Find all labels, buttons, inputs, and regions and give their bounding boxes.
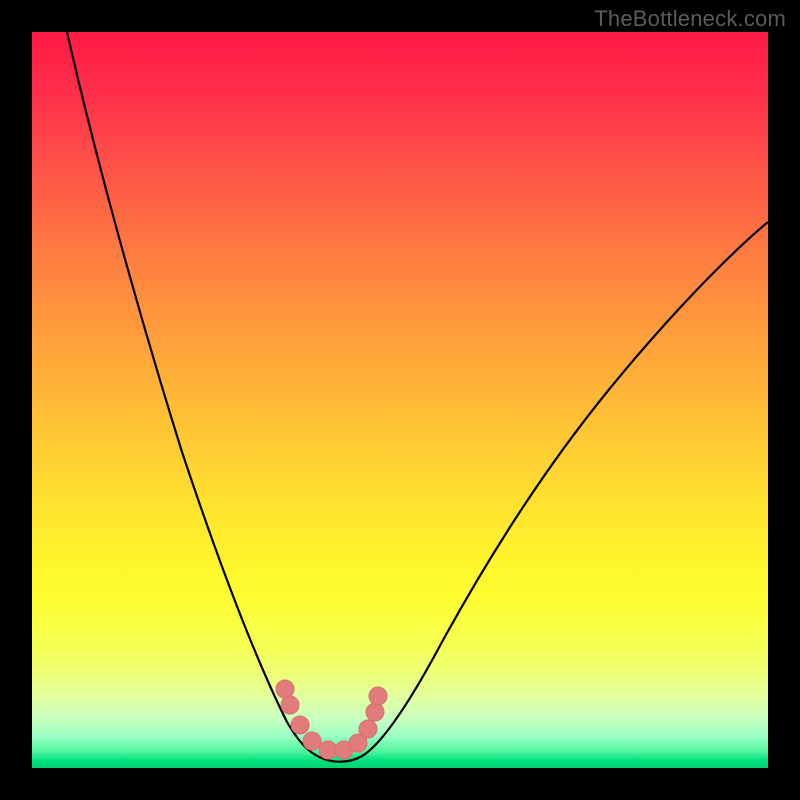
v-curve <box>67 32 768 762</box>
chart-frame: TheBottleneck.com <box>0 0 800 800</box>
marker-dot <box>366 703 384 721</box>
marker-dot <box>359 720 377 738</box>
marker-dot <box>319 741 337 759</box>
marker-dot <box>281 696 299 714</box>
marker-group <box>276 680 387 759</box>
marker-dot <box>291 716 309 734</box>
curve-svg <box>32 32 768 768</box>
marker-dot <box>276 680 294 698</box>
marker-dot <box>369 687 387 705</box>
marker-dot <box>303 732 321 750</box>
plot-area <box>32 32 768 768</box>
watermark-text: TheBottleneck.com <box>594 6 786 32</box>
